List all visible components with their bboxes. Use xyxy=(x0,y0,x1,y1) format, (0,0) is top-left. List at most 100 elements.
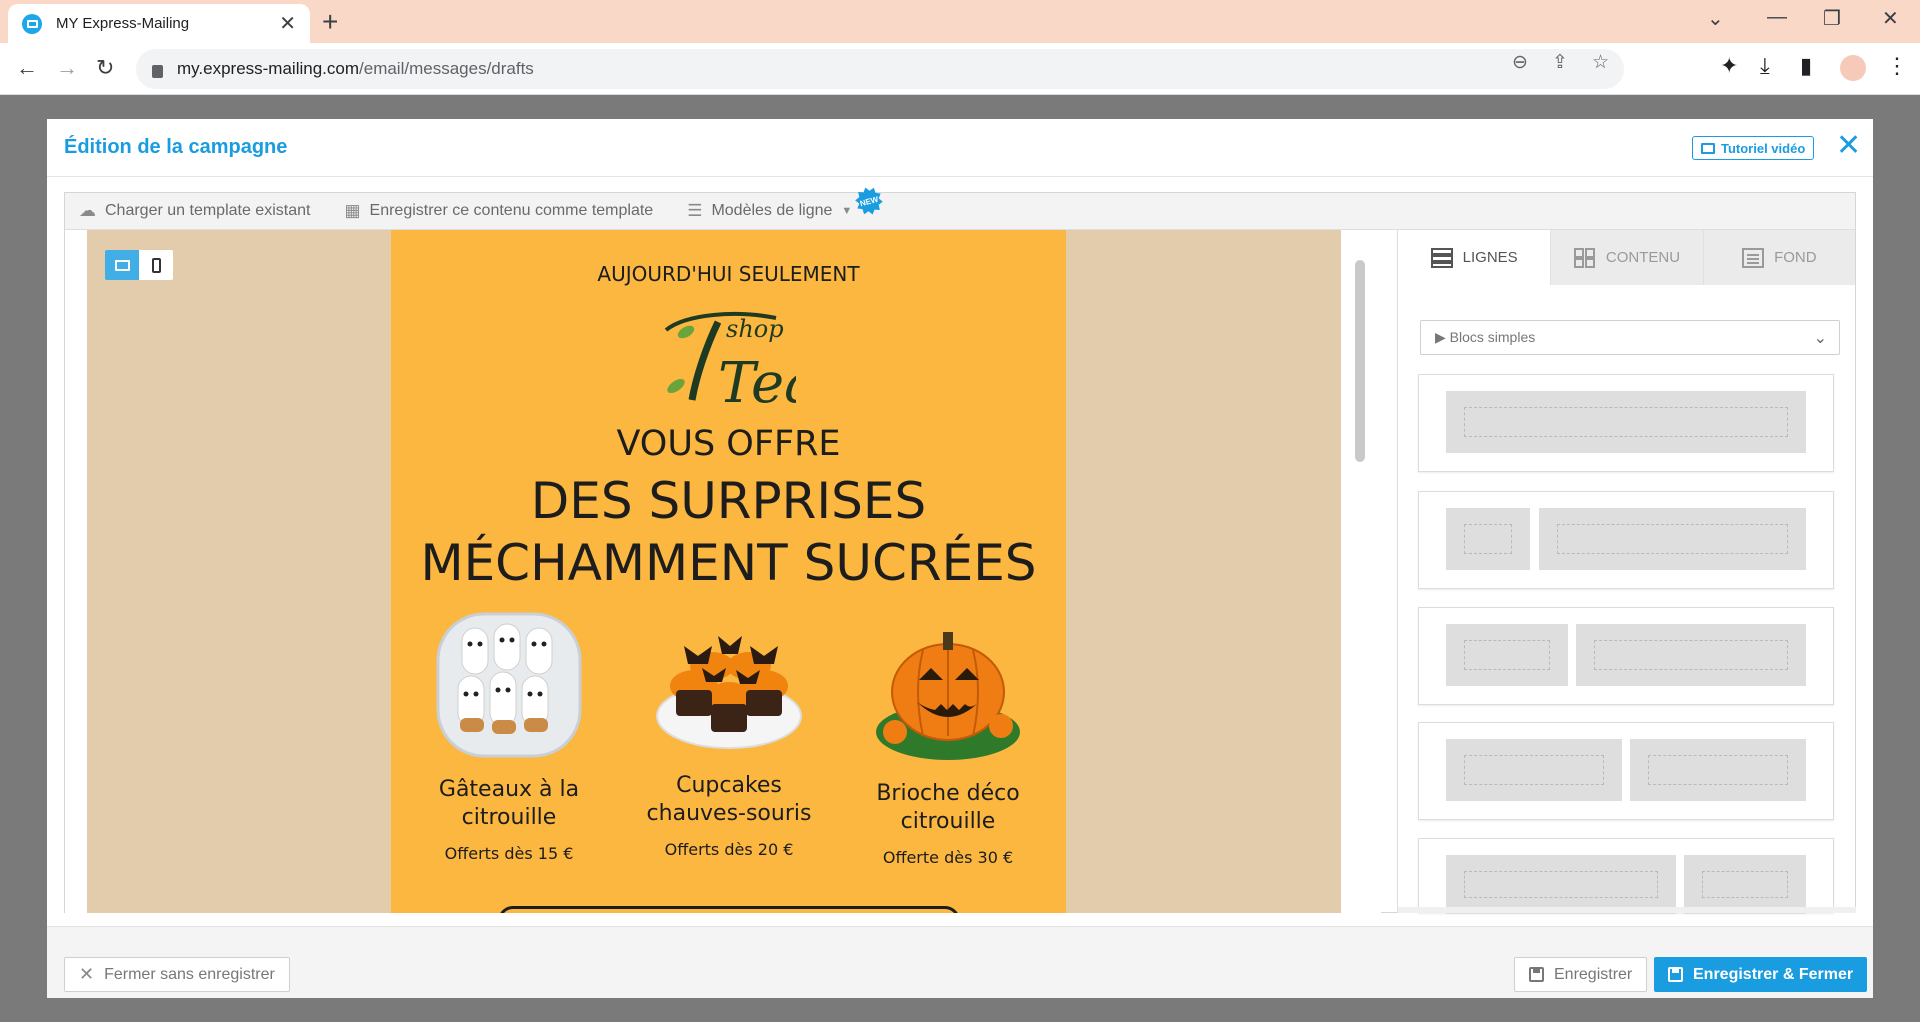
side-panel-tabs: LIGNES CONTENU FOND xyxy=(1398,230,1855,285)
row-layout-1-1[interactable] xyxy=(1418,722,1834,820)
forward-icon[interactable]: → xyxy=(56,55,78,81)
product-price: Offerts dès 15 € xyxy=(444,844,574,863)
save-button[interactable]: Enregistrer xyxy=(1514,957,1648,992)
layout-cell xyxy=(1446,391,1806,453)
lock-icon xyxy=(152,64,163,78)
ghost-cookies-image xyxy=(436,612,582,758)
close-tab-icon[interactable]: ✕ xyxy=(279,11,296,36)
close-modal-icon[interactable]: ✕ xyxy=(1836,129,1861,163)
tab-fond[interactable]: FOND xyxy=(1702,230,1855,285)
row-models-dropdown[interactable]: ☰ Modèles de ligne ▼ xyxy=(687,201,852,221)
load-template-button[interactable]: ☁ Charger un template existant xyxy=(79,201,310,221)
download-icon[interactable]: ⤓ xyxy=(1760,53,1770,79)
email-headline-1: DES SURPRISES xyxy=(530,472,927,530)
email-canvas: AUJOURD'HUI SEULEMENT shop Tea VOUS OFFR… xyxy=(65,230,1381,913)
side-panel-icon[interactable]: ▮ xyxy=(1800,53,1812,79)
window-close-icon[interactable]: ✕ xyxy=(1882,6,1899,31)
save-and-close-label: Enregistrer & Fermer xyxy=(1693,965,1854,983)
editor-side-panel: LIGNES CONTENU FOND ▶ Blocs simples ⌄ xyxy=(1397,230,1856,914)
product-price: Offerts dès 20 € xyxy=(664,840,794,859)
tutorial-video-button[interactable]: Tutoriel vidéo xyxy=(1692,136,1815,160)
bat-cupcakes-image xyxy=(656,636,802,749)
profile-avatar[interactable] xyxy=(1840,55,1866,81)
tab-search-icon[interactable]: ⌄ xyxy=(1707,6,1724,31)
product-name: Brioche déco citrouille xyxy=(876,781,1020,834)
save-as-template-button[interactable]: ▦ Enregistrer ce contenu comme template xyxy=(344,201,653,221)
row-layout-1-3[interactable] xyxy=(1418,491,1834,589)
layout-cell xyxy=(1630,739,1806,801)
tutorial-video-label: Tutoriel vidéo xyxy=(1721,140,1806,156)
save-label: Enregistrer xyxy=(1554,965,1633,983)
tab-title: MY Express-Mailing xyxy=(56,15,190,32)
url-field[interactable]: my.express-mailing.com/email/messages/dr… xyxy=(136,49,1624,89)
tab-fond-label: FOND xyxy=(1774,249,1817,266)
zoom-icon[interactable]: ⊖ xyxy=(1512,51,1528,74)
caret-down-icon: ▼ xyxy=(841,205,853,217)
shop-tea-logo: shop Tea xyxy=(664,312,796,408)
mail-icon xyxy=(22,13,42,34)
pumpkin-brioche-image xyxy=(876,632,1020,760)
product-price: Offerte dès 30 € xyxy=(882,848,1014,867)
address-bar-row: ← → ↻ my.express-mailing.com/email/messa… xyxy=(0,43,1920,95)
layout-cell xyxy=(1446,624,1568,686)
save-icon xyxy=(1668,967,1683,982)
device-switcher xyxy=(105,250,173,280)
content-grid-icon xyxy=(1573,247,1595,268)
email-editor: ☁ Charger un template existant ▦ Enregis… xyxy=(64,192,1856,914)
browser-tab[interactable]: MY Express-Mailing ✕ xyxy=(8,4,310,43)
desktop-view-button[interactable] xyxy=(105,250,139,280)
url-host: my.express-mailing.com xyxy=(177,59,360,78)
maximize-icon[interactable]: ❐ xyxy=(1823,6,1841,31)
load-template-label: Charger un template existant xyxy=(105,202,311,219)
layout-cell xyxy=(1539,508,1806,570)
minimize-icon[interactable]: — xyxy=(1767,6,1787,29)
save-as-template-label: Enregistrer ce contenu comme template xyxy=(369,202,654,219)
layout-cell xyxy=(1684,855,1806,914)
share-icon[interactable]: ⇪ xyxy=(1552,51,1568,74)
block-category-value: ▶ Blocs simples xyxy=(1435,329,1536,345)
new-tab-icon[interactable]: + xyxy=(322,8,338,36)
product-card: Gâteaux à la citrouille Offerts dès 15 € xyxy=(409,610,609,863)
campaign-edit-modal: Édition de la campagne Tutoriel vidéo ✕ … xyxy=(47,119,1873,998)
modal-footer: ✕ Fermer sans enregistrer Enregistrer En… xyxy=(47,926,1873,998)
background-icon xyxy=(1742,247,1765,268)
film-icon xyxy=(1701,142,1715,154)
tab-lignes[interactable]: LIGNES xyxy=(1398,230,1551,285)
leaf-icon xyxy=(677,325,695,339)
reload-icon[interactable]: ↻ xyxy=(96,55,114,81)
product-name: Gâteaux à la citrouille xyxy=(438,777,580,830)
close-icon: ✕ xyxy=(79,964,95,984)
bookmark-star-icon[interactable]: ☆ xyxy=(1592,51,1609,74)
side-panel-scrollbar[interactable] xyxy=(1398,907,1856,913)
row-layout-1-col[interactable] xyxy=(1418,374,1834,472)
tab-contenu[interactable]: CONTENU xyxy=(1550,230,1703,285)
row-models-label: Modèles de ligne xyxy=(711,202,833,219)
product-card: Cupcakes chauves-souris Offerts dès 20 € xyxy=(629,606,829,859)
canvas-scrollbar[interactable] xyxy=(1355,260,1365,462)
mobile-view-button[interactable] xyxy=(139,250,173,280)
email-preview[interactable]: AUJOURD'HUI SEULEMENT shop Tea VOUS OFFR… xyxy=(391,230,1066,913)
modal-header: Édition de la campagne Tutoriel vidéo ✕ xyxy=(47,119,1873,177)
layout-cell xyxy=(1576,624,1806,686)
cta-button-partial[interactable] xyxy=(498,906,960,913)
rows-icon xyxy=(1430,247,1453,268)
row-layout-2-1[interactable] xyxy=(1418,838,1834,914)
back-icon[interactable]: ← xyxy=(16,55,38,81)
editor-toolbar: ☁ Charger un template existant ▦ Enregis… xyxy=(65,193,1855,230)
save-and-close-button[interactable]: Enregistrer & Fermer xyxy=(1654,957,1868,992)
grid-icon: ▦ xyxy=(344,201,361,220)
email-kicker: AUJOURD'HUI SEULEMENT xyxy=(597,262,860,286)
product-name: Cupcakes chauves-souris xyxy=(646,773,812,826)
tab-contenu-label: CONTENU xyxy=(1605,249,1681,266)
save-icon xyxy=(1529,967,1544,982)
logo-tea-text: Tea xyxy=(718,351,796,408)
block-category-select[interactable]: ▶ Blocs simples ⌄ xyxy=(1420,320,1840,355)
layout-cell xyxy=(1446,739,1622,801)
new-badge: NEW xyxy=(852,184,886,218)
row-layout-1-2[interactable] xyxy=(1418,607,1834,705)
close-without-saving-button[interactable]: ✕ Fermer sans enregistrer xyxy=(64,957,290,992)
mobile-icon xyxy=(151,257,161,273)
extensions-icon[interactable]: ✦ xyxy=(1720,53,1738,79)
menu-icon[interactable]: ⋮ xyxy=(1886,53,1908,79)
email-line-offer: VOUS OFFRE xyxy=(616,424,841,464)
